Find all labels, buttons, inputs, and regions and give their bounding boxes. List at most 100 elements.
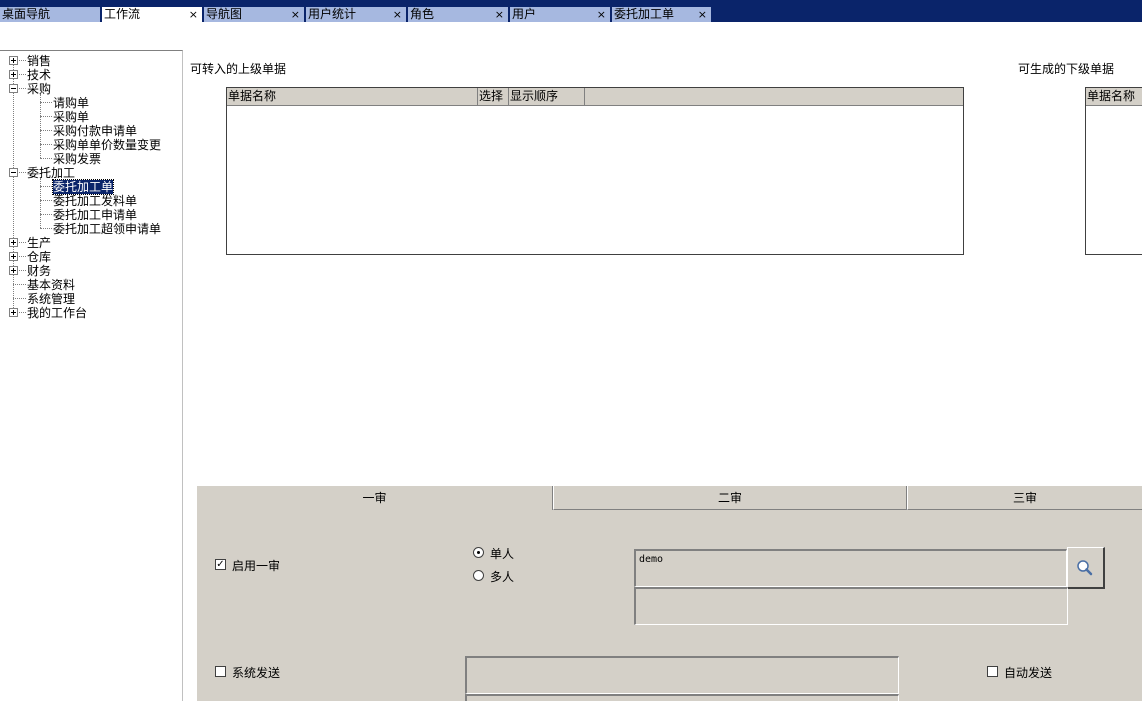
grid-header: 单据名称: [1086, 88, 1142, 106]
tree-guide-line: [40, 130, 52, 131]
upper-docs-title: 可转入的上级单据: [190, 62, 287, 76]
tree-guide-line: [13, 284, 26, 285]
system-send-label: 系统发送: [232, 666, 281, 680]
tree-guide-line: [19, 74, 26, 75]
tab-desktop-nav[interactable]: 桌面导航: [0, 7, 101, 22]
tree-guide-line: [40, 102, 52, 103]
tree-guide-line: [13, 298, 26, 299]
close-icon[interactable]: ×: [189, 8, 198, 21]
tree-guide-line: [19, 88, 26, 89]
tab-label: 委托加工单: [614, 7, 675, 21]
tree-node-tech[interactable]: 技术: [27, 68, 51, 82]
single-person-label: 单人: [490, 547, 515, 561]
tab-bar: 桌面导航 工作流 × 导航图 × 用户统计 × 角色 × 用户 × 委托加工单 …: [0, 0, 1142, 22]
close-icon[interactable]: ×: [291, 8, 300, 21]
approver-field[interactable]: demo: [634, 549, 1067, 587]
tree-guide-line: [19, 242, 26, 243]
system-send-extra-field[interactable]: [465, 694, 899, 701]
tree-guide-line: [13, 60, 14, 314]
approver-value: demo: [639, 554, 664, 565]
single-person-radio[interactable]: [473, 547, 484, 558]
tree-guide-line: [40, 144, 52, 145]
tree-node-outsourcing-request[interactable]: 委托加工申请单: [53, 208, 137, 222]
tree-node-purchase[interactable]: 采购: [27, 82, 51, 96]
tab-label: 角色: [410, 7, 435, 21]
tree-node-outsourcing-overissue[interactable]: 委托加工超领申请单: [53, 222, 161, 236]
tab-label: 用户统计: [308, 7, 357, 21]
tree-guide-line: [40, 228, 52, 229]
tab-outsourcing-order[interactable]: 委托加工单 ×: [612, 7, 712, 22]
multi-person-label: 多人: [490, 570, 515, 584]
system-send-field[interactable]: [465, 656, 899, 694]
tab-users[interactable]: 用户 ×: [510, 7, 611, 22]
close-icon[interactable]: ×: [698, 8, 707, 21]
tree-guide-line: [40, 94, 41, 158]
close-icon[interactable]: ×: [495, 8, 504, 21]
tree-node-finance[interactable]: 财务: [27, 264, 51, 278]
tab-review-3[interactable]: 三审: [907, 486, 1142, 510]
expand-icon[interactable]: [9, 70, 18, 79]
tree-node-basic-data[interactable]: 基本资料: [27, 278, 75, 292]
tab-label: 桌面导航: [2, 7, 51, 21]
tab-label: 导航图: [206, 7, 243, 21]
grid-header: 单据名称 选择 显示顺序: [227, 88, 963, 106]
tab-workflow[interactable]: 工作流 ×: [102, 7, 203, 22]
search-button[interactable]: [1067, 547, 1105, 589]
tree-node-production[interactable]: 生产: [27, 236, 51, 250]
tree-guide-line: [40, 214, 52, 215]
tree-node-purchase-payment[interactable]: 采购付款申请单: [53, 124, 137, 138]
lower-docs-grid[interactable]: 单据名称: [1085, 87, 1142, 255]
review-panel: 一审 二审 三审 ✓ 启用一审 单人 多人 demo 系统发送 自动发送: [197, 486, 1142, 701]
lower-docs-title: 可生成的下级单据: [1018, 62, 1115, 76]
tree-guide-line: [19, 172, 26, 173]
upper-docs-grid[interactable]: 单据名称 选择 显示顺序: [226, 87, 964, 255]
auto-send-label: 自动发送: [1004, 666, 1053, 680]
tree-node-purchase-request[interactable]: 请购单: [53, 96, 89, 110]
tree-guide-line: [40, 200, 52, 201]
tree-guide-line: [40, 116, 52, 117]
collapse-icon[interactable]: [9, 168, 18, 177]
tree-guide-line: [19, 256, 26, 257]
collapse-icon[interactable]: [9, 84, 18, 93]
multi-person-radio[interactable]: [473, 570, 484, 581]
tree-node-purchase-invoice[interactable]: 采购发票: [53, 152, 101, 166]
column-header-select[interactable]: 选择: [478, 88, 509, 106]
tree-node-outsourcing[interactable]: 委托加工: [27, 166, 75, 180]
auto-send-checkbox[interactable]: [987, 666, 998, 677]
tree-node-warehouse[interactable]: 仓库: [27, 250, 51, 264]
tree-guide-line: [19, 270, 26, 271]
tree-guide-line: [19, 312, 26, 313]
enable-review-checkbox[interactable]: ✓: [215, 559, 226, 570]
expand-icon[interactable]: [9, 308, 18, 317]
tab-label: 用户: [512, 7, 537, 21]
tab-review-2[interactable]: 二审: [553, 486, 907, 510]
column-header-display-order[interactable]: 显示顺序: [509, 88, 585, 106]
expand-icon[interactable]: [9, 238, 18, 247]
tree-node-system-admin[interactable]: 系统管理: [27, 292, 75, 306]
nav-tree: 销售 技术 采购 请购单 采购单 采购付款申请单 采购单单价数量变更 采购发票 …: [0, 50, 183, 701]
tab-label: 工作流: [104, 7, 141, 21]
approver-detail-field[interactable]: [634, 587, 1068, 625]
tree-guide-line: [19, 60, 26, 61]
tree-node-outsourcing-issue[interactable]: 委托加工发料单: [53, 194, 137, 208]
tree-node-outsourcing-order[interactable]: 委托加工单: [51, 179, 115, 195]
expand-icon[interactable]: [9, 252, 18, 261]
tab-nav-map[interactable]: 导航图 ×: [204, 7, 305, 22]
close-icon[interactable]: ×: [597, 8, 606, 21]
enable-review-label: 启用一审: [232, 559, 281, 573]
expand-icon[interactable]: [9, 266, 18, 275]
tree-node-purchase-price-change[interactable]: 采购单单价数量变更: [53, 138, 161, 152]
tree-node-purchase-order[interactable]: 采购单: [53, 110, 89, 124]
tab-user-stats[interactable]: 用户统计 ×: [306, 7, 407, 22]
tab-review-1[interactable]: 一审: [197, 486, 553, 510]
tab-roles[interactable]: 角色 ×: [408, 7, 509, 22]
tree-guide-line: [40, 158, 52, 159]
tree-guide-line: [40, 186, 52, 187]
close-icon[interactable]: ×: [393, 8, 402, 21]
column-header-doc-name[interactable]: 单据名称: [1086, 88, 1142, 106]
system-send-checkbox[interactable]: [215, 666, 226, 677]
tree-node-sales[interactable]: 销售: [27, 54, 51, 68]
expand-icon[interactable]: [9, 56, 18, 65]
tree-node-my-workbench[interactable]: 我的工作台: [27, 306, 87, 320]
column-header-doc-name[interactable]: 单据名称: [227, 88, 478, 106]
